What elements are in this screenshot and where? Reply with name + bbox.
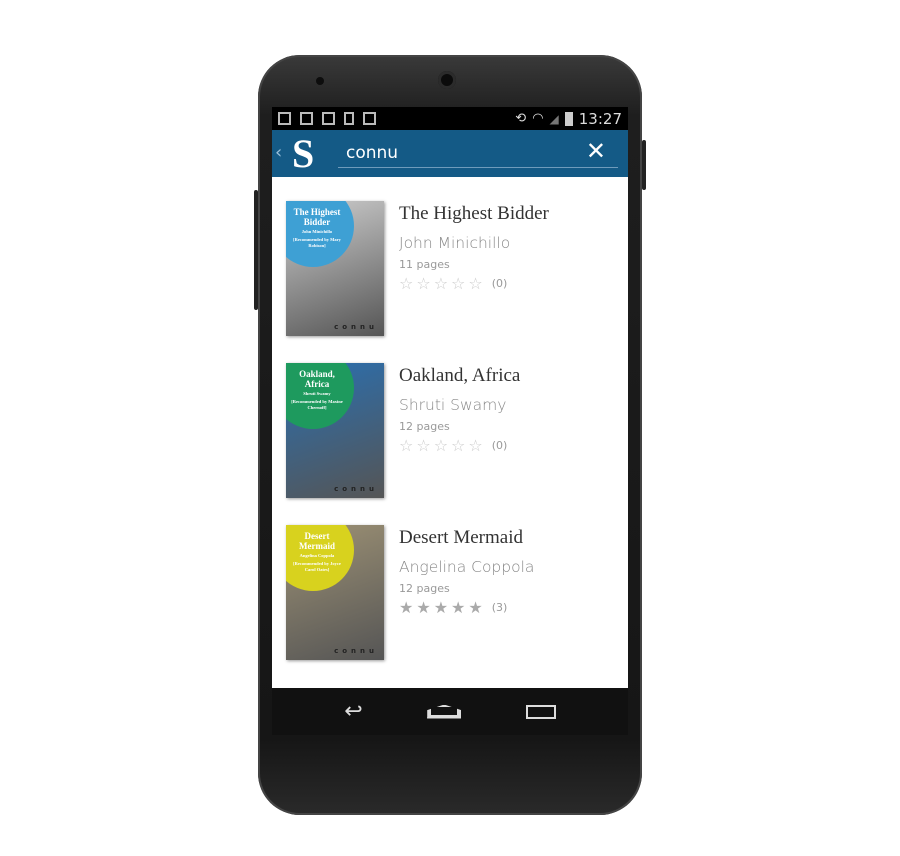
star-icon[interactable]: ☆ — [399, 274, 413, 293]
cover-brand: connu — [334, 647, 378, 655]
star-icon[interactable]: ☆ — [468, 274, 482, 293]
clock: 13:27 — [578, 109, 622, 128]
barcode-icon — [300, 112, 313, 125]
signal-icon: ◢ — [549, 111, 559, 126]
cover-recommendation: [Recommended by Mary Robison] — [293, 237, 341, 248]
star-icon[interactable]: ★ — [416, 598, 430, 617]
wifi-icon: ◠ — [532, 111, 544, 126]
search-input[interactable] — [338, 138, 618, 168]
star-icon[interactable]: ★ — [434, 598, 448, 617]
cover-recommendation: [Recommended by Joyce Carol Oates] — [293, 561, 341, 572]
book-info: Desert Mermaid Angelina Coppola 12 pages… — [399, 527, 534, 617]
star-icon[interactable]: ★ — [468, 598, 482, 617]
download-icon — [344, 112, 354, 125]
app-logo[interactable]: S — [292, 134, 324, 174]
speaker — [438, 71, 456, 89]
star-rating: ☆ ☆ ☆ ☆ ☆ (0) — [399, 436, 520, 455]
cover-brand: connu — [334, 323, 378, 331]
list-item[interactable]: Oakland, Africa Shruti Swamy [Recommende… — [272, 339, 628, 501]
rating-count: (0) — [491, 439, 508, 452]
cover-author: John Minichillo — [301, 229, 333, 234]
star-icon[interactable]: ☆ — [451, 274, 465, 293]
rating-count: (0) — [491, 277, 508, 290]
book-info: Oakland, Africa Shruti Swamy 12 pages ☆ ☆… — [399, 365, 520, 455]
book-pages: 12 pages — [399, 420, 450, 433]
book-cover[interactable]: Oakland, Africa Shruti Swamy [Recommende… — [286, 363, 384, 498]
cover-author: Shruti Swamy — [303, 391, 331, 396]
screen: ⟲ ◠ ◢ 13:27 ‹ S ✕ The Highest Bidder Joh… — [272, 107, 628, 735]
cover-circle: Oakland, Africa Shruti Swamy [Recommende… — [286, 363, 354, 429]
book-pages: 12 pages — [399, 582, 450, 595]
star-icon[interactable]: ☆ — [468, 436, 482, 455]
book-info: The Highest Bidder John Minichillo 11 pa… — [399, 203, 549, 293]
cover-circle: Desert Mermaid Angelina Coppola [Recomme… — [286, 525, 354, 591]
rotate-icon: ⟲ — [515, 111, 527, 126]
star-rating: ☆ ☆ ☆ ☆ ☆ (0) — [399, 274, 549, 293]
star-icon[interactable]: ☆ — [434, 436, 448, 455]
star-icon[interactable]: ★ — [399, 598, 413, 617]
cover-brand: connu — [334, 485, 378, 493]
rating-count: (3) — [491, 601, 508, 614]
book-cover[interactable]: The Highest Bidder John Minichillo [Reco… — [286, 201, 384, 336]
book-title[interactable]: Oakland, Africa — [399, 365, 520, 387]
cover-title: The Highest Bidder — [293, 207, 341, 227]
front-camera — [316, 77, 324, 85]
cover-author: Angelina Coppola — [299, 553, 335, 558]
status-bar: ⟲ ◠ ◢ 13:27 — [272, 107, 628, 130]
star-icon[interactable]: ★ — [451, 598, 465, 617]
gmail-icon — [322, 112, 335, 125]
bag-check-icon — [363, 112, 376, 125]
cover-title: Oakland, Africa — [299, 369, 335, 389]
star-icon[interactable]: ☆ — [399, 436, 413, 455]
results-list: The Highest Bidder John Minichillo [Reco… — [272, 177, 628, 688]
cover-title: Desert Mermaid — [299, 531, 335, 551]
star-icon[interactable]: ☆ — [416, 274, 430, 293]
cover-circle: The Highest Bidder John Minichillo [Reco… — [286, 201, 354, 267]
book-cover[interactable]: Desert Mermaid Angelina Coppola [Recomme… — [286, 525, 384, 660]
recents-button[interactable] — [525, 704, 556, 719]
home-button[interactable] — [427, 704, 462, 719]
back-chevron-icon[interactable]: ‹ — [275, 142, 282, 163]
book-title[interactable]: The Highest Bidder — [399, 203, 549, 225]
nav-bar: ↩ — [272, 688, 628, 735]
book-author: Angelina Coppola — [399, 558, 535, 576]
book-author: Shruti Swamy — [399, 396, 507, 414]
star-icon[interactable]: ☆ — [434, 274, 448, 293]
image-icon — [278, 112, 291, 125]
power-button — [642, 140, 646, 190]
back-button[interactable]: ↩ — [344, 699, 362, 724]
list-item[interactable]: The Highest Bidder John Minichillo [Reco… — [272, 177, 628, 339]
app-bar: ‹ S ✕ — [272, 130, 628, 177]
book-pages: 11 pages — [399, 258, 450, 271]
star-rating: ★ ★ ★ ★ ★ (3) — [399, 598, 534, 617]
book-author: John Minichillo — [399, 234, 511, 252]
volume-button — [254, 190, 258, 310]
close-icon[interactable]: ✕ — [586, 139, 606, 163]
star-icon[interactable]: ☆ — [416, 436, 430, 455]
star-icon[interactable]: ☆ — [451, 436, 465, 455]
list-item[interactable]: Desert Mermaid Angelina Coppola [Recomme… — [272, 501, 628, 663]
battery-icon — [564, 111, 573, 126]
book-title[interactable]: Desert Mermaid — [399, 527, 534, 549]
cover-recommendation: [Recommended by Maxine Chernoff] — [291, 399, 343, 410]
